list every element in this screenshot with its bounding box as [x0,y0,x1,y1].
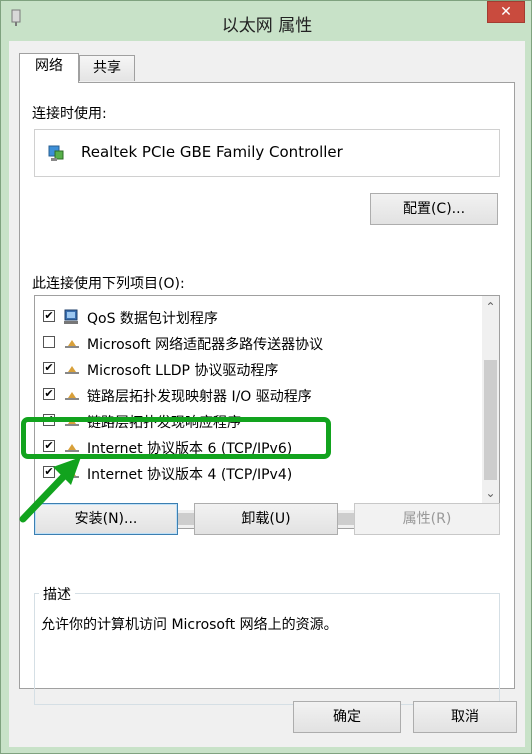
dialog-client: 网络 共享 连接时使用: Realtek PCIe GBE Family Con… [9,41,525,747]
checkbox[interactable]: ✔ [43,388,55,400]
list-item-lltd-mapper[interactable]: ✔ 链路层拓扑发现映射器 I/O 驱动程序 [35,382,475,408]
list-item-qos[interactable]: ✔ QoS 数据包计划程序 [35,304,475,330]
properties-button: 属性(R) [354,503,500,535]
properties-window: 以太网 属性 ✕ 网络 共享 连接时使用: Realtek PCIe GBE F… [0,0,532,754]
list-item-label: Microsoft 网络适配器多路传送器协议 [87,337,324,353]
qos-icon [64,309,78,324]
vertical-scrollbar[interactable]: ⌃ ⌄ [482,296,499,510]
ok-button[interactable]: 确定 [293,701,401,733]
description-text: 允许你的计算机访问 Microsoft 网络上的资源。 [41,617,338,633]
list-item-label: Microsoft LLDP 协议驱动程序 [87,363,279,379]
scroll-down-icon[interactable]: ⌄ [482,486,499,500]
close-button[interactable]: ✕ [487,1,525,23]
list-item-label: QoS 数据包计划程序 [87,311,218,327]
uninstall-button[interactable]: 卸载(U) [194,503,338,535]
items-label: 此连接使用下列项目(O): [32,276,185,292]
list-item-multiplexor[interactable]: Microsoft 网络适配器多路传送器协议 [35,330,475,356]
list-item-lldp[interactable]: ✔ Microsoft LLDP 协议驱动程序 [35,356,475,382]
tab-sharing[interactable]: 共享 [79,55,135,81]
list-item-label: Internet 协议版本 4 (TCP/IPv4) [87,467,293,483]
list-item-ipv4[interactable]: ✔ Internet 协议版本 4 (TCP/IPv4) [35,460,475,486]
cancel-button[interactable]: 取消 [413,701,517,733]
window-title: 以太网 属性 [221,16,313,36]
scroll-up-icon[interactable]: ⌃ [482,300,499,314]
description-group: 描述 允许你的计算机访问 Microsoft 网络上的资源。 [34,584,500,705]
items-list[interactable]: ✔ QoS 数据包计划程序 Microsoft 网络适配器多路传送器协议 ✔ M… [34,295,500,529]
checkbox[interactable]: ✔ [43,362,55,374]
configure-button[interactable]: 配置(C)... [370,193,498,225]
protocol-icon [65,340,79,348]
description-legend: 描述 [39,584,75,604]
tab-network[interactable]: 网络 [19,53,79,83]
list-item-label: 链路层拓扑发现映射器 I/O 驱动程序 [87,389,312,405]
title-bar[interactable]: 以太网 属性 ✕ [1,1,532,41]
checkbox[interactable]: ✔ [43,310,55,322]
protocol-icon [65,392,79,400]
connect-using-label: 连接时使用: [32,106,107,122]
adapter-name: Realtek PCIe GBE Family Controller [81,143,343,161]
pointer-arrow-icon [19,457,81,523]
network-card-icon [48,145,64,161]
scroll-thumb[interactable] [484,360,497,480]
adapter-box: Realtek PCIe GBE Family Controller [34,129,500,177]
tab-panel: 连接时使用: Realtek PCIe GBE Family Controlle… [19,82,515,705]
checkbox[interactable] [43,336,55,348]
protocol-icon [65,366,79,374]
